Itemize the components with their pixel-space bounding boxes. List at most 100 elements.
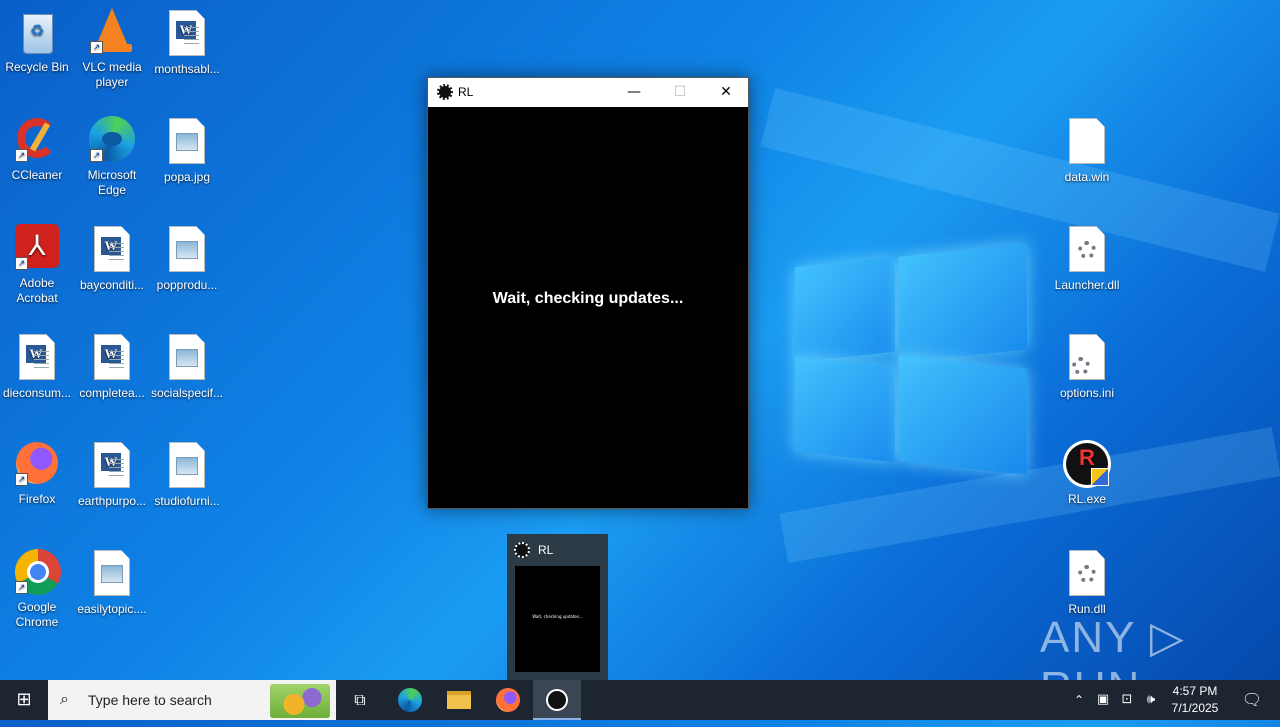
- icon-label: dieconsum...: [2, 386, 72, 400]
- update-status-message: Wait, checking updates...: [492, 290, 684, 307]
- icon-label: Microsoft Edge: [87, 168, 137, 197]
- icon-label: VLC media player: [82, 60, 142, 89]
- desktop-icon-run-dll[interactable]: Run.dll: [1049, 548, 1125, 617]
- desktop-icon-options-ini[interactable]: options.ini: [1049, 332, 1125, 401]
- taskbar-clock[interactable]: 4:57 PM 7/1/2025: [1160, 683, 1230, 717]
- rl-window-titlebar[interactable]: RL — ☐ ✕: [428, 78, 748, 107]
- desktop-icon-completea[interactable]: W completea...: [74, 332, 150, 401]
- clock-time: 4:57 PM: [1172, 684, 1218, 698]
- maximize-button[interactable]: ☐: [657, 78, 703, 107]
- word-document-icon: W: [88, 226, 136, 274]
- rl-app-icon: R: [1063, 440, 1111, 488]
- word-document-icon: W: [163, 10, 211, 58]
- desktop-icon-rl-exe[interactable]: R RL.exe: [1049, 440, 1125, 507]
- taskbar-window-preview[interactable]: RL Wait, checking updates...: [507, 534, 608, 680]
- firefox-icon: ↗: [13, 440, 61, 488]
- icon-label: options.ini: [1059, 386, 1115, 400]
- desktop-icon-earthpurpo[interactable]: W earthpurpo...: [74, 440, 150, 509]
- taskbar: ⊞ ⌕ Type here to search ⧉ ⌃ ▣ ⊡ 🕪 4:57 P…: [0, 680, 1280, 720]
- preview-title: RL: [538, 543, 554, 557]
- dll-file-icon: [1063, 550, 1111, 598]
- search-highlight-image: [270, 684, 330, 718]
- edge-icon: ↗: [88, 116, 136, 164]
- edge-icon: [398, 688, 422, 712]
- image-file-icon: [163, 442, 211, 490]
- icon-label: Google Chrome: [15, 600, 59, 629]
- windows-logo-wallpaper: [795, 240, 1030, 480]
- vlc-icon: ↗: [88, 8, 136, 56]
- icon-label: RL.exe: [1067, 492, 1107, 506]
- blank-file-icon: [1063, 118, 1111, 166]
- rl-window-content: Wait, checking updates...: [428, 108, 748, 508]
- desktop-icon-studiofurni[interactable]: studiofurni...: [149, 440, 225, 509]
- desktop-icon-monthsabl[interactable]: W monthsabl...: [149, 8, 225, 77]
- desktop-icon-popa-jpg[interactable]: popa.jpg: [149, 116, 225, 185]
- chrome-icon: ↗: [13, 548, 61, 596]
- tray-device-icon[interactable]: ▣: [1092, 680, 1114, 720]
- chevron-up-icon: ⌃: [1073, 693, 1085, 707]
- icon-label: data.win: [1064, 170, 1110, 184]
- volume-icon: 🕪: [1146, 692, 1156, 707]
- search-icon: ⌕: [60, 689, 69, 708]
- start-button[interactable]: ⊞: [0, 680, 48, 720]
- show-hidden-icons-button[interactable]: ⌃: [1068, 680, 1090, 720]
- icon-label: popa.jpg: [163, 170, 211, 184]
- task-view-button[interactable]: ⧉: [336, 680, 384, 720]
- firefox-icon: [496, 688, 520, 712]
- taskbar-rl-button[interactable]: [533, 680, 581, 720]
- image-file-icon: [88, 550, 136, 598]
- desktop-icon-bayconditi[interactable]: W bayconditi...: [74, 224, 150, 293]
- taskbar-edge-button[interactable]: [386, 680, 434, 720]
- icon-label: socialspecif...: [150, 386, 224, 400]
- ccleaner-icon: ↗: [13, 116, 61, 164]
- desktop-icon-recycle-bin[interactable]: ♻ Recycle Bin: [0, 8, 75, 75]
- icon-label: easilytopic....: [77, 602, 147, 616]
- anyrun-watermark: ANY ▷ RUN: [1040, 613, 1186, 680]
- desktop-icon-vlc[interactable]: ↗ VLC media player: [74, 8, 150, 90]
- word-document-icon: W: [88, 442, 136, 490]
- desktop-icon-ccleaner[interactable]: ↗ CCleaner: [0, 116, 75, 183]
- device-icon: ▣: [1096, 692, 1110, 707]
- tray-network-icon[interactable]: ⊡: [1116, 680, 1138, 720]
- icon-label: Adobe Acrobat: [16, 276, 58, 305]
- desktop-icon-dieconsum[interactable]: W dieconsum...: [0, 332, 75, 401]
- icon-label: popprodu...: [156, 278, 218, 292]
- image-file-icon: [163, 334, 211, 382]
- tray-volume-icon[interactable]: 🕪: [1140, 680, 1162, 720]
- window-title: RL: [458, 85, 474, 99]
- desktop-icon-popprodu[interactable]: popprodu...: [149, 224, 225, 293]
- icon-label: CCleaner: [11, 168, 63, 182]
- taskbar-file-explorer-button[interactable]: [435, 680, 483, 720]
- dll-file-icon: [1063, 226, 1111, 274]
- preview-thumbnail[interactable]: Wait, checking updates...: [515, 566, 600, 672]
- adobe-acrobat-icon: ⅄ ↗: [13, 224, 61, 272]
- word-document-icon: W: [13, 334, 61, 382]
- icon-label: Firefox: [18, 492, 56, 506]
- desktop-icon-google-chrome[interactable]: ↗ Google Chrome: [0, 548, 75, 630]
- preview-message: Wait, checking updates...: [532, 614, 583, 619]
- desktop-icon-data-win[interactable]: data.win: [1049, 116, 1125, 185]
- search-box[interactable]: ⌕ Type here to search: [48, 680, 336, 720]
- minimize-button[interactable]: —: [611, 78, 657, 107]
- desktop-icon-microsoft-edge[interactable]: ↗ Microsoft Edge: [74, 116, 150, 198]
- rl-window[interactable]: RL — ☐ ✕ Wait, checking updates...: [427, 77, 749, 509]
- search-placeholder: Type here to search: [88, 692, 212, 708]
- desktop-icon-firefox[interactable]: ↗ Firefox: [0, 440, 75, 507]
- icon-label: Recycle Bin: [5, 60, 69, 74]
- close-button[interactable]: ✕: [703, 78, 749, 107]
- desktop-icon-easilytopic[interactable]: easilytopic....: [74, 548, 150, 617]
- rl-app-icon: [437, 84, 453, 100]
- desktop-icon-launcher-dll[interactable]: Launcher.dll: [1049, 224, 1125, 293]
- action-center-button[interactable]: 🗨: [1232, 680, 1272, 720]
- image-file-icon: [163, 226, 211, 274]
- recycle-bin-icon: ♻: [13, 8, 61, 56]
- icon-label: earthpurpo...: [77, 494, 147, 508]
- word-document-icon: W: [88, 334, 136, 382]
- settings-file-icon: [1063, 334, 1111, 382]
- rl-app-icon: [514, 542, 530, 558]
- icon-label: completea...: [79, 386, 145, 400]
- image-file-icon: [163, 118, 211, 166]
- desktop-icon-socialspecif[interactable]: socialspecif...: [149, 332, 225, 401]
- desktop-icon-adobe-acrobat[interactable]: ⅄ ↗ Adobe Acrobat: [0, 224, 75, 306]
- taskbar-firefox-button[interactable]: [484, 680, 532, 720]
